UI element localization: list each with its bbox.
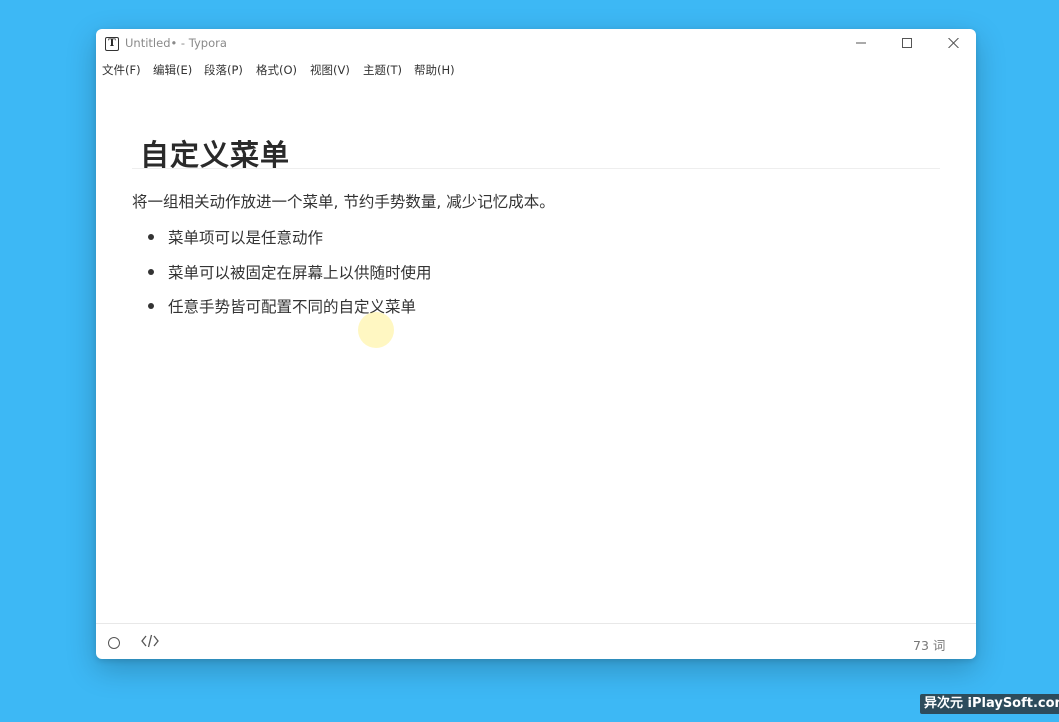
mouse-cursor-highlight — [358, 312, 394, 348]
menu-bar: 文件(F) 编辑(E) 段落(P) 格式(O) 视图(V) 主题(T) 帮助(H… — [96, 60, 976, 80]
bullet-icon — [148, 303, 154, 309]
window-title: Untitled• - Typora — [125, 36, 227, 50]
menu-format[interactable]: 格式(O) — [256, 62, 297, 78]
document-paragraph[interactable]: 将一组相关动作放进一个菜单, 节约手势数量, 减少记忆成本。 — [132, 190, 555, 212]
typora-icon: T — [105, 37, 119, 51]
minimize-icon — [856, 42, 866, 44]
title-bar[interactable]: T Untitled• - Typora — [96, 29, 976, 57]
heading-divider — [132, 168, 940, 169]
site-watermark: 异次元 iPlaySoft.com — [920, 694, 1059, 714]
source-code-icon[interactable] — [141, 634, 159, 648]
menu-help[interactable]: 帮助(H) — [414, 62, 455, 78]
outline-circle-icon[interactable] — [108, 637, 120, 649]
list-item-text: 菜单项可以是任意动作 — [168, 229, 324, 247]
close-icon — [948, 38, 959, 48]
close-button[interactable] — [930, 29, 976, 57]
menu-view[interactable]: 视图(V) — [310, 62, 350, 78]
minimize-button[interactable] — [838, 29, 884, 57]
maximize-button[interactable] — [884, 29, 930, 57]
menu-paragraph[interactable]: 段落(P) — [204, 62, 243, 78]
bullet-icon — [148, 234, 154, 240]
list-item-text: 菜单可以被固定在屏幕上以供随时使用 — [168, 264, 432, 282]
typora-window: T Untitled• - Typora 文件(F) 编辑(E) 段落(P) 格… — [96, 29, 976, 659]
menu-edit[interactable]: 编辑(E) — [153, 62, 192, 78]
maximize-icon — [902, 38, 912, 48]
status-bar: 73 词 — [96, 623, 976, 659]
bullet-icon — [148, 269, 154, 275]
editor-area[interactable]: 自定义菜单 将一组相关动作放进一个菜单, 节约手势数量, 减少记忆成本。 菜单项… — [96, 80, 976, 620]
menu-file[interactable]: 文件(F) — [102, 62, 141, 78]
word-count[interactable]: 73 词 — [913, 635, 945, 654]
menu-theme[interactable]: 主题(T) — [363, 62, 402, 78]
